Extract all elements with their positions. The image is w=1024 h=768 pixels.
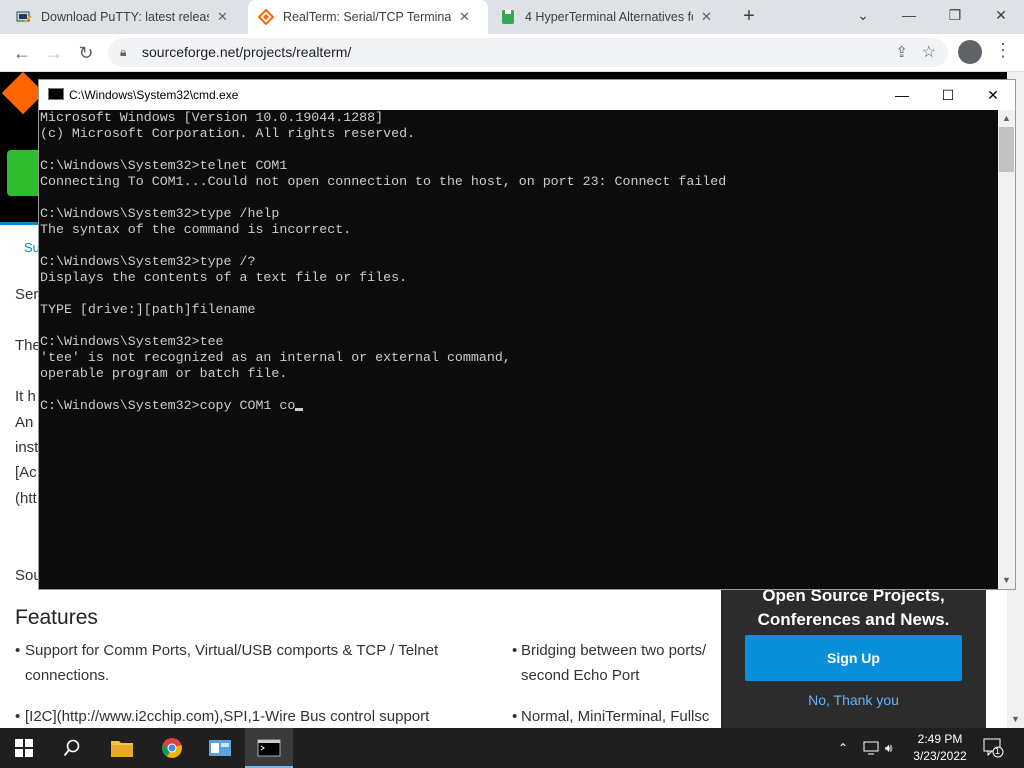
close-icon[interactable]: ✕ xyxy=(970,80,1016,110)
sign-up-button[interactable]: Sign Up xyxy=(745,635,962,681)
search-icon[interactable] xyxy=(48,728,96,768)
no-thanks-link[interactable]: No, Thank you xyxy=(721,692,986,708)
reload-icon[interactable]: ↻ xyxy=(73,40,99,66)
page-fragment: An xyxy=(15,414,34,431)
menu-icon[interactable]: ⋮ xyxy=(994,40,1012,61)
minimize-icon[interactable]: — xyxy=(886,0,932,30)
console-line: (c) Microsoft Corporation. All rights re… xyxy=(40,126,416,141)
console-line: The syntax of the command is incorrect. xyxy=(40,222,352,237)
maximize-icon[interactable]: ☐ xyxy=(925,80,971,110)
tab-title: 4 HyperTerminal Alternatives for xyxy=(525,10,693,24)
cmd-titlebar[interactable]: C:\Windows\System32\cmd.exe — ☐ ✕ xyxy=(39,80,1015,110)
promo-text: Open Source Projects, Conferences and Ne… xyxy=(757,586,950,629)
taskbar: ⌃ 🔊︎ 2:49 PM 3/23/2022 1 xyxy=(0,728,1024,768)
console-line: Displays the contents of a text file or … xyxy=(40,270,408,285)
console-line: C:\Windows\System32>type /help xyxy=(40,206,280,221)
page-fragment: (htt xyxy=(15,490,37,507)
tab-hyperterminal[interactable]: 4 HyperTerminal Alternatives for ✕ xyxy=(490,0,730,34)
bullet-icon: • xyxy=(15,708,21,725)
page-fragment: It h xyxy=(15,388,36,405)
windows-icon xyxy=(15,739,33,757)
bookmark-star-icon[interactable]: ☆ xyxy=(922,42,936,62)
putty-icon xyxy=(16,9,32,25)
cmd-scrollbar[interactable]: ▲ ▼ xyxy=(998,110,1015,589)
console-line: 'tee' is not recognized as an internal o… xyxy=(40,350,511,365)
scroll-up-icon[interactable]: ▲ xyxy=(998,110,1015,127)
minimize-icon[interactable]: — xyxy=(879,80,925,110)
prompt-text[interactable]: C:\Windows\System32>copy COM1 co xyxy=(40,398,295,413)
file-explorer-icon[interactable] xyxy=(98,728,146,768)
feature-item: Normal, MiniTerminal, Fullsc xyxy=(521,708,710,725)
close-icon[interactable]: ✕ xyxy=(217,9,228,25)
forward-icon[interactable]: → xyxy=(41,40,67,66)
close-window-icon[interactable]: ✕ xyxy=(978,0,1024,30)
scroll-thumb[interactable] xyxy=(999,127,1014,172)
sourceforge-icon xyxy=(258,9,274,25)
bullet-icon: • xyxy=(15,642,21,659)
close-icon[interactable]: ✕ xyxy=(701,9,712,25)
console-line: C:\Windows\System32>tee xyxy=(40,334,224,349)
console-line: operable program or batch file. xyxy=(40,366,288,381)
feature-item: Bridging between two ports/ second Echo … xyxy=(521,642,707,684)
scroll-down-icon[interactable]: ▼ xyxy=(1007,711,1024,728)
tab-title: Download PuTTY: latest release ( xyxy=(41,10,209,24)
page-fragment: [Ac xyxy=(15,464,37,481)
feature-item: [I2C](http://www.i2cchip.com),SPI,1-Wire… xyxy=(25,708,430,725)
back-icon[interactable]: ← xyxy=(9,40,35,66)
share-icon[interactable]: ⇪ xyxy=(895,43,908,61)
start-button[interactable] xyxy=(0,728,48,768)
notification-count: 1 xyxy=(995,746,1001,756)
clock[interactable]: 2:49 PM 3/23/2022 xyxy=(900,731,980,765)
text-cursor xyxy=(295,408,304,411)
control-panel-icon[interactable] xyxy=(196,728,244,768)
profile-avatar[interactable] xyxy=(958,40,982,64)
newsletter-promo: Open Source Projects, Conferences and Ne… xyxy=(721,582,986,728)
console-line: TYPE [drive:][path]filename xyxy=(40,302,256,317)
cmd-window[interactable]: C:\Windows\System32\cmd.exe — ☐ ✕ Micros… xyxy=(38,79,1016,590)
lock-icon: 🔒︎ xyxy=(120,45,127,59)
console-output[interactable]: Microsoft Windows [Version 10.0.19044.12… xyxy=(39,110,999,589)
console-line: Microsoft Windows [Version 10.0.19044.12… xyxy=(40,110,384,125)
tab-realterm[interactable]: RealTerm: Serial/TCP Terminal do ✕ xyxy=(248,0,488,34)
article-icon xyxy=(500,9,516,25)
address-bar[interactable]: 🔒︎ sourceforge.net/projects/realterm/ ⇪ … xyxy=(108,38,948,67)
chrome-icon[interactable] xyxy=(148,728,196,768)
cmd-taskbar-icon[interactable] xyxy=(245,728,293,768)
features-heading: Features xyxy=(15,606,98,629)
tab-search-icon[interactable]: ⌄ xyxy=(840,0,886,30)
page-fragment: inst xyxy=(15,439,39,456)
tab-title: RealTerm: Serial/TCP Terminal do xyxy=(283,10,451,24)
console-line: C:\Windows\System32>telnet COM1 xyxy=(40,158,288,173)
browser-toolbar: ← → ↻ 🔒︎ sourceforge.net/projects/realte… xyxy=(0,34,1024,72)
close-icon[interactable]: ✕ xyxy=(459,9,470,25)
restore-icon[interactable]: ❐ xyxy=(932,0,978,30)
page-fragment: The xyxy=(15,337,41,354)
console-line: Connecting To COM1...Could not open conn… xyxy=(40,174,727,189)
console-line: C:\Windows\System32>type /? xyxy=(40,254,256,269)
volume-icon[interactable]: 🔊︎ xyxy=(885,728,893,768)
page-fragment: Ser xyxy=(15,286,39,303)
clock-date: 3/23/2022 xyxy=(913,749,967,763)
feature-item: Support for Comm Ports, Virtual/USB comp… xyxy=(25,642,439,684)
url-text[interactable]: sourceforge.net/projects/realterm/ xyxy=(142,44,351,60)
clock-time: 2:49 PM xyxy=(917,732,963,746)
tab-putty[interactable]: Download PuTTY: latest release ( ✕ xyxy=(6,0,246,34)
notification-icon[interactable]: 1 xyxy=(982,736,1004,758)
cmd-icon xyxy=(48,88,64,100)
prompt-line[interactable]: C:\Windows\System32>copy COM1 co xyxy=(40,398,999,414)
tray-chevron-icon[interactable]: ⌃ xyxy=(838,728,848,768)
scroll-down-icon[interactable]: ▼ xyxy=(998,572,1015,589)
browser-tab-strip: Download PuTTY: latest release ( ✕ RealT… xyxy=(0,0,1024,34)
cmd-title: C:\Windows\System32\cmd.exe xyxy=(69,88,239,102)
new-tab-button[interactable]: + xyxy=(737,5,761,29)
network-icon[interactable] xyxy=(862,728,880,768)
